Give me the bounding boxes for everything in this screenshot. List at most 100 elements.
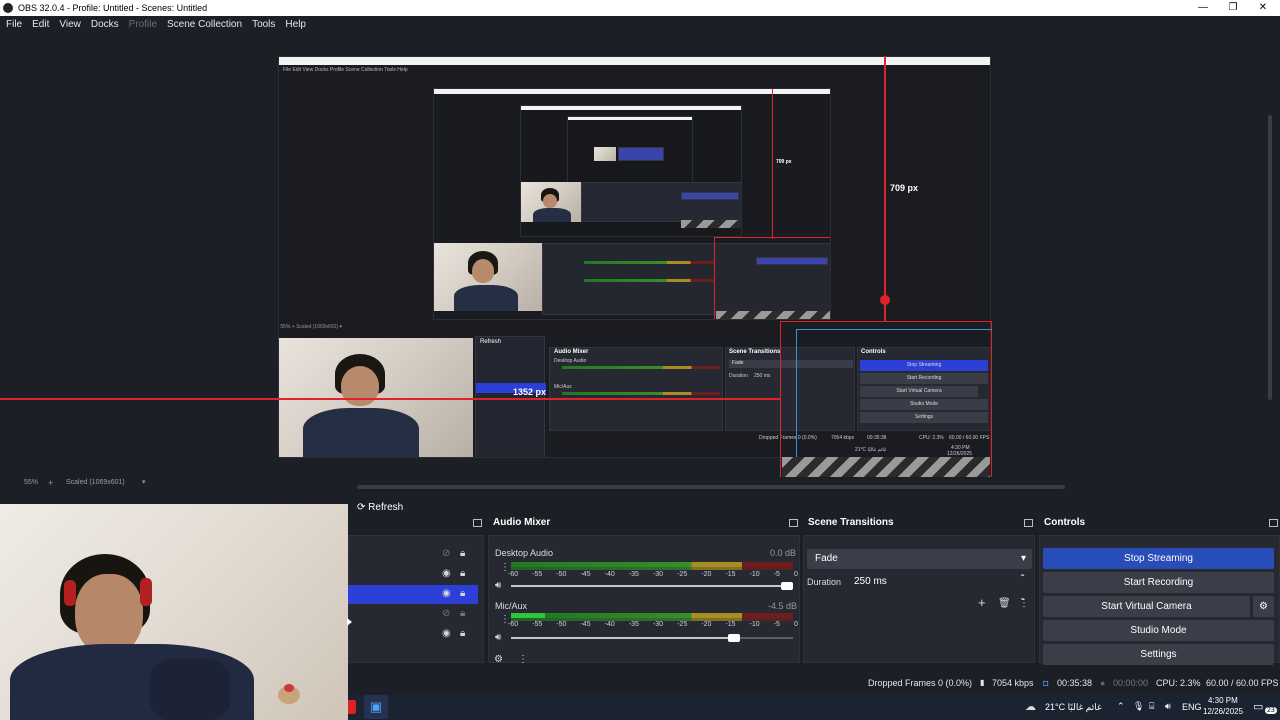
start-virtual-camera-button[interactable]: Start Virtual Camera <box>1043 596 1250 617</box>
language[interactable]: ENG <box>1182 702 1202 712</box>
refresh-button[interactable]: ⟳ Refresh <box>357 502 403 513</box>
zoom-level[interactable]: 55% <box>24 479 38 486</box>
lock-icon[interactable]: 🔒︎ <box>460 568 465 580</box>
menu-profile[interactable]: Profile <box>129 19 157 30</box>
hazard-strip <box>782 457 990 477</box>
preview-scrollbar-vertical[interactable] <box>1268 115 1272 400</box>
meter-tick-label: -15 <box>725 571 736 578</box>
trash-icon[interactable]: 🗑︎ <box>998 598 1011 610</box>
volume-tray-icon[interactable]: 🔊︎ <box>1165 701 1171 712</box>
selection-box[interactable] <box>780 321 992 479</box>
nested-refresh: Refresh <box>480 339 502 345</box>
lock-icon[interactable]: 🔒︎ <box>460 588 465 600</box>
settings-button[interactable]: Settings <box>1043 644 1274 665</box>
source-row[interactable]: ◉ 🔒︎ <box>348 565 478 584</box>
mic-icon[interactable]: 🎙︎ <box>1133 701 1144 712</box>
meter-tick-label: -5 <box>773 621 780 628</box>
studio-mode-button[interactable]: Studio Mode <box>1043 620 1274 641</box>
headphone-left <box>64 580 76 606</box>
dock-float-icon[interactable] <box>473 519 482 527</box>
menu-edit[interactable]: Edit <box>32 19 49 30</box>
clock-time[interactable]: 4:30 PM <box>1208 696 1238 705</box>
eye-hidden-icon[interactable]: ⊘ <box>442 608 450 620</box>
network-tray-icon[interactable]: ⌸ <box>1149 701 1154 712</box>
add-transition-icon[interactable]: + <box>978 596 986 609</box>
meter-tick-label: 0 <box>793 571 798 578</box>
weather[interactable]: 21°C غائم غالبًا <box>1045 702 1102 713</box>
controls-title: Controls <box>1039 517 1280 533</box>
preview-canvas[interactable]: File Edit View Docks Profile Scene Colle… <box>0 33 1280 490</box>
meter-tick-label: -15 <box>725 621 736 628</box>
chevron-up-icon[interactable]: ⌃ <box>1117 701 1125 712</box>
transition-select[interactable]: Fade ▾ <box>807 549 1032 569</box>
eye-icon[interactable]: ◉ <box>442 628 451 640</box>
stop-streaming-button[interactable]: Stop Streaming <box>1043 548 1274 569</box>
menu-tools[interactable]: Tools <box>252 19 275 30</box>
menu-help[interactable]: Help <box>285 19 306 30</box>
volume-slider-knob[interactable] <box>781 582 793 590</box>
notification-icon[interactable]: ▭ <box>1253 700 1263 713</box>
meter-tick-label: -35 <box>628 621 639 628</box>
minimize-button[interactable]: — <box>1188 0 1218 16</box>
rec-time: 00:00:00 <box>1113 678 1149 688</box>
menu-view[interactable]: View <box>59 19 81 30</box>
chevron-down-icon: ▾ <box>1020 553 1026 564</box>
mouse-cursor <box>347 618 352 626</box>
scale-dropdown-icon[interactable]: ▾ <box>142 478 146 486</box>
speaker-icon[interactable]: 🔊︎ <box>495 580 501 592</box>
speaker-icon[interactable]: 🔊︎ <box>495 632 501 644</box>
live-time: 00:35:38 <box>1057 678 1093 688</box>
eye-icon[interactable]: ◉ <box>442 588 451 600</box>
live-icon: ◘ <box>1043 678 1049 688</box>
source-row[interactable]: ⊘ 🔒︎ <box>348 545 478 564</box>
volume-slider-knob[interactable] <box>728 634 740 642</box>
dock-float-icon[interactable] <box>1269 519 1278 527</box>
nested-capture-level2: 709 px <box>433 88 831 320</box>
source-row-selected[interactable]: ◉ 🔒︎ <box>348 585 478 604</box>
dock-float-icon[interactable] <box>789 519 798 527</box>
advanced-audio-icon[interactable]: ⚙ <box>494 654 503 666</box>
mini-measure-label: 709 px <box>776 159 792 165</box>
bitrate: 7054 kbps <box>992 678 1034 688</box>
eye-hidden-icon[interactable]: ⊘ <box>442 548 450 560</box>
zoom-in-icon[interactable]: + <box>48 478 53 488</box>
meter-tick-label: -30 <box>652 571 664 578</box>
nested-webcam-l5 <box>594 147 616 161</box>
volume-slider[interactable] <box>511 582 793 590</box>
channel-name: Mic/Aux <box>495 601 528 611</box>
title-bar: OBS 32.0.4 - Profile: Untitled - Scenes:… <box>0 0 1280 16</box>
virtual-camera-settings-button[interactable]: ⚙ <box>1253 596 1274 617</box>
menu-scene-collection[interactable]: Scene Collection <box>167 19 242 30</box>
nested-capture-level3 <box>520 105 742 237</box>
mixer-menu-icon[interactable]: ⋮ <box>518 654 528 666</box>
refresh-icon: ⟳ <box>357 502 366 513</box>
eye-icon[interactable]: ◉ <box>442 568 451 580</box>
source-row[interactable]: ⊘ 🔒︎ <box>348 605 478 624</box>
volume-slider[interactable] <box>511 634 793 642</box>
meter-tick-label: -50 <box>556 571 567 578</box>
channel-name: Desktop Audio <box>495 548 554 558</box>
lock-icon[interactable]: 🔒︎ <box>460 608 465 620</box>
meter-tick-label: -40 <box>604 571 615 578</box>
transition-menu-icon[interactable]: ⋮ <box>1019 598 1029 610</box>
duration-input[interactable]: 250 ms ⌃ ⌄ <box>846 572 1032 602</box>
menu-docks[interactable]: Docks <box>91 19 119 30</box>
menu-file[interactable]: File <box>6 19 22 30</box>
network-icon: ▮ <box>980 678 985 687</box>
nested-audio-mixer: Audio Mixer Desktop Audio Mic/Aux <box>549 347 723 431</box>
dock-float-icon[interactable] <box>1024 519 1033 527</box>
duration-label: Duration <box>807 577 842 587</box>
lock-icon[interactable]: 🔒︎ <box>460 548 465 560</box>
close-button[interactable]: ✕ <box>1248 0 1278 16</box>
source-row[interactable]: ◉ 🔒︎ <box>348 625 478 644</box>
preview-scrollbar-horizontal[interactable] <box>357 485 1065 489</box>
menu-bar: File Edit View Docks Profile Scene Colle… <box>0 16 1280 33</box>
meter-tick-label: -60 <box>508 621 519 628</box>
vertical-measure-label: 709 px <box>890 183 919 193</box>
start-recording-button[interactable]: Start Recording <box>1043 572 1274 593</box>
lock-icon[interactable]: 🔒︎ <box>460 628 465 640</box>
clock-date[interactable]: 12/26/2025 <box>1203 707 1243 716</box>
restore-button[interactable]: ❐ <box>1218 0 1248 16</box>
guide-handle[interactable] <box>880 295 890 305</box>
taskbar-app-window-icon[interactable]: ▣ <box>364 695 388 719</box>
